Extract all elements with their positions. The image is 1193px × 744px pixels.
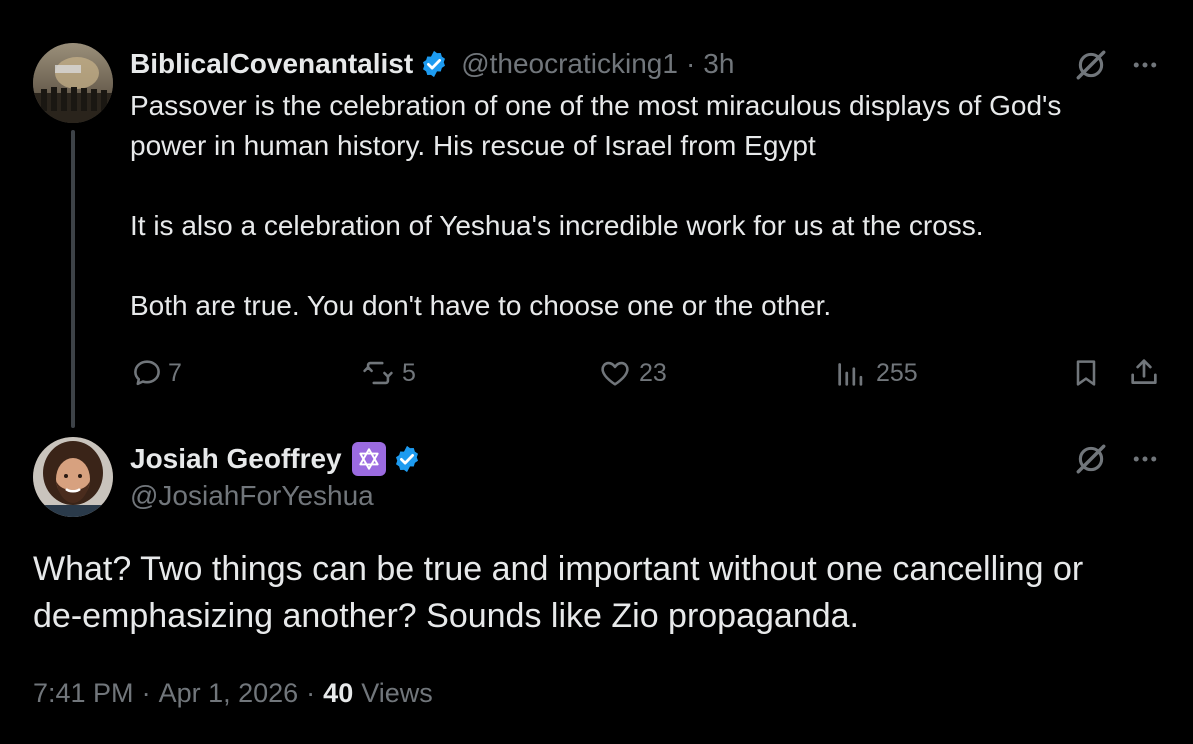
reply-date[interactable]: Apr 1, 2026 <box>159 678 299 709</box>
post-timestamp[interactable]: 3h <box>703 48 734 80</box>
reply-author-handle[interactable]: @JosiahForYeshua <box>130 480 374 512</box>
reply-metadata: 7:41 PM · Apr 1, 2026 · 40 Views <box>33 676 433 710</box>
bookmark-icon[interactable] <box>1068 355 1104 391</box>
reply-icon <box>130 356 164 390</box>
avatar-image <box>33 437 113 517</box>
heart-icon <box>597 356 633 390</box>
post-text-line: Passover is the celebration of one of th… <box>130 90 1062 121</box>
reply-author-name[interactable]: Josiah Geoffrey <box>130 443 342 475</box>
reply-button[interactable]: 7 <box>130 355 182 391</box>
reply-text-line: What? Two things can be true and importa… <box>33 550 1084 588</box>
avatar-image <box>33 43 113 123</box>
avatar-josiahgeoffrey[interactable] <box>33 437 113 517</box>
share-icon[interactable] <box>1126 353 1162 391</box>
like-count: 23 <box>639 358 667 387</box>
post-text-line: It is also a celebration of Yeshua's inc… <box>130 210 984 241</box>
star-of-david-icon <box>351 442 386 476</box>
reply-count: 7 <box>168 358 182 387</box>
more-options-icon[interactable] <box>1126 46 1164 84</box>
repost-button[interactable]: 5 <box>360 355 416 391</box>
meta-separator: · <box>306 677 316 708</box>
like-button[interactable]: 23 <box>597 355 667 391</box>
avatar-biblicalcovenantalist[interactable] <box>33 43 113 123</box>
meta-separator: · <box>141 677 151 708</box>
views-count: 255 <box>876 358 918 387</box>
reply-header: Josiah Geoffrey <box>130 439 422 479</box>
post-text-line: Both are true. You don't have to choose … <box>130 290 832 321</box>
repost-icon <box>360 356 396 390</box>
grok-icon[interactable] <box>1072 440 1110 478</box>
thread-connector-line <box>71 130 75 428</box>
reply-time[interactable]: 7:41 PM <box>33 678 134 709</box>
views-button[interactable]: 255 <box>834 355 918 391</box>
post-author-handle[interactable]: @theocraticking1 <box>461 48 678 80</box>
repost-count: 5 <box>402 358 416 387</box>
post-text-line: power in human history. His rescue of Is… <box>130 130 816 161</box>
reply-text: What? Two things can be true and importa… <box>33 546 1173 640</box>
post-separator: · <box>685 48 696 79</box>
verified-badge-icon <box>419 49 449 79</box>
post-author-name[interactable]: BiblicalCovenantalist <box>130 48 413 80</box>
post-header: BiblicalCovenantalist @theocraticking1 ·… <box>130 46 734 82</box>
reply-views-label: Views <box>361 677 433 708</box>
more-options-icon[interactable] <box>1126 440 1164 478</box>
grok-icon[interactable] <box>1072 46 1110 84</box>
reply-text-line: de-emphasizing another? Sounds like Zio … <box>33 597 859 635</box>
verified-badge-icon <box>392 444 422 474</box>
analytics-icon <box>834 356 868 390</box>
post-text: Passover is the celebration of one of th… <box>130 86 1170 326</box>
reply-views-count: 40 <box>323 677 354 708</box>
